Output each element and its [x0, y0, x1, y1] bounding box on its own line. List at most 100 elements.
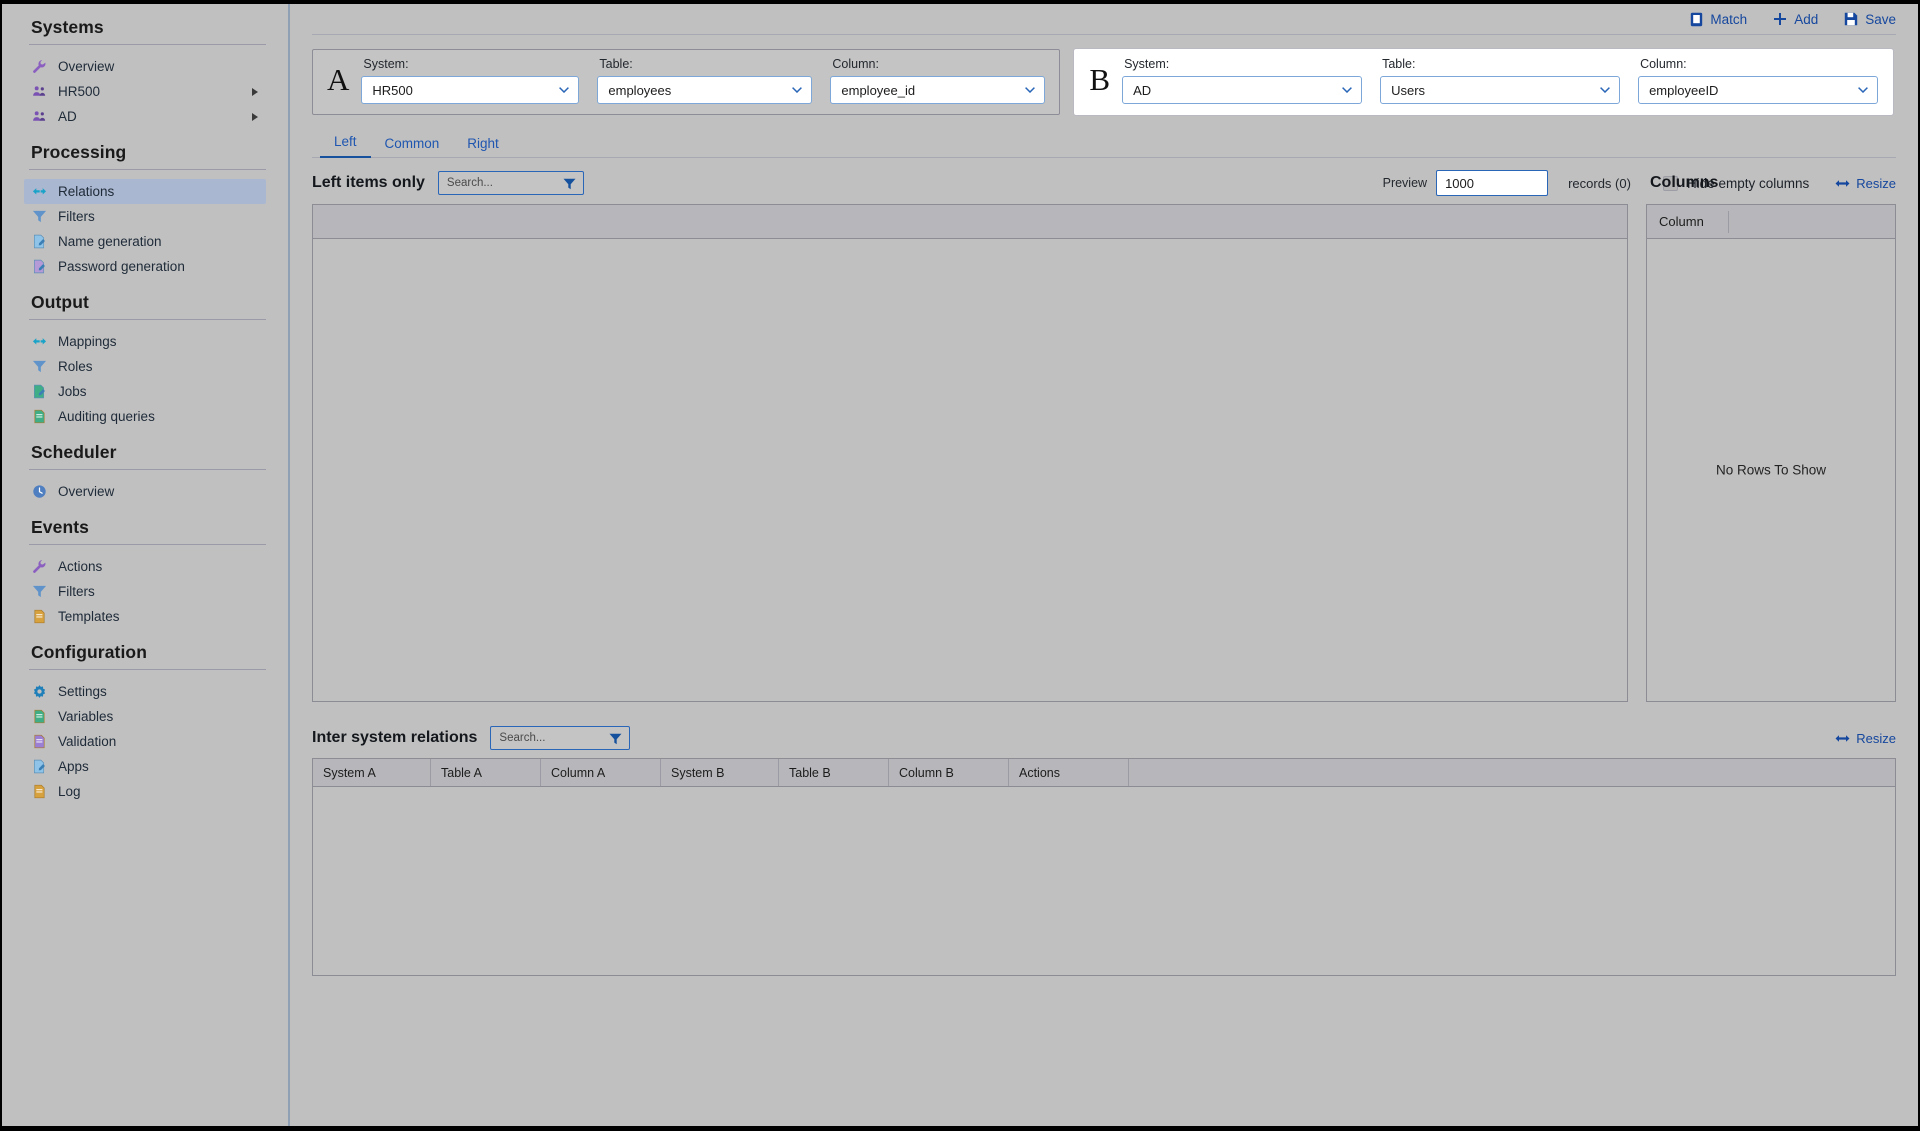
isr-header-column-b[interactable]: Column B: [889, 759, 1009, 786]
clock-icon: [32, 484, 47, 499]
panel-a-fields: System: HR500 Table: employees: [361, 57, 1045, 104]
funnel-icon: [32, 209, 47, 224]
sidebar-item-validation[interactable]: Validation: [24, 729, 266, 754]
sidebar-item-ad[interactable]: AD: [24, 104, 266, 129]
sidebar-item-overview[interactable]: Overview: [24, 54, 266, 79]
chevron-right-icon[interactable]: [252, 88, 258, 96]
save-button[interactable]: Save: [1844, 12, 1896, 27]
sidebar-item-password-generation[interactable]: Password generation: [24, 254, 266, 279]
doc-icon: [32, 609, 47, 624]
isr-header-table-a[interactable]: Table A: [431, 759, 541, 786]
sidebar-item-overview[interactable]: Overview: [24, 479, 266, 504]
inter-system-relations-search-input[interactable]: Search...: [490, 726, 630, 750]
sidebar-group-title: Systems: [24, 4, 266, 42]
sidebar-group-processing: ProcessingRelationsFiltersName generatio…: [2, 129, 288, 279]
left-items-resize-link[interactable]: Resize: [1835, 176, 1896, 191]
resize-arrows-icon: [1835, 734, 1850, 743]
panel-b-column-select[interactable]: employeeID: [1638, 76, 1878, 104]
sidebar-item-jobs[interactable]: Jobs: [24, 379, 266, 404]
sidebar-item-label: Mappings: [58, 334, 117, 349]
sidebar-item-filters[interactable]: Filters: [24, 579, 266, 604]
doc-icon: [32, 409, 47, 424]
sidebar-item-roles[interactable]: Roles: [24, 354, 266, 379]
columns-grid-body: No Rows To Show: [1647, 239, 1895, 700]
left-items-grid[interactable]: [312, 204, 1628, 702]
sidebar-item-filters[interactable]: Filters: [24, 204, 266, 229]
left-items-resize-label: Resize: [1856, 176, 1896, 191]
left-items-search-input[interactable]: Search...: [438, 171, 584, 195]
panel-b-table-value: Users: [1391, 83, 1425, 98]
preview-controls: Preview 1000 records (0) Hide empty colu…: [1383, 170, 1896, 196]
wrench-icon: [32, 559, 47, 574]
isr-header-table-b[interactable]: Table B: [779, 759, 889, 786]
main-content: MatchAddSave A System: HR500 Table:: [290, 4, 1918, 1126]
panel-a-column-field: Column: employee_id: [830, 57, 1045, 104]
resize-arrows-icon: [1835, 179, 1850, 188]
sidebar-item-label: AD: [58, 109, 77, 124]
panel-a-column-select[interactable]: employee_id: [830, 76, 1045, 104]
panel-a-system-label: System:: [361, 57, 579, 71]
panel-b-table-field: Table: Users: [1380, 57, 1620, 104]
panel-a-column-value: employee_id: [841, 83, 915, 98]
chevron-down-icon: [792, 87, 802, 93]
tab-left[interactable]: Left: [320, 130, 371, 158]
sidebar-item-label: Filters: [58, 209, 95, 224]
chevron-right-icon[interactable]: [252, 113, 258, 121]
sidebar-item-apps[interactable]: Apps: [24, 754, 266, 779]
sidebar-item-actions[interactable]: Actions: [24, 554, 266, 579]
isr-header-column-a[interactable]: Column A: [541, 759, 661, 786]
isr-resize-label: Resize: [1856, 731, 1896, 746]
panel-b-table-select[interactable]: Users: [1380, 76, 1620, 104]
isr-search-placeholder: Search...: [499, 732, 545, 744]
left-items-grid-body: [313, 239, 1627, 700]
sidebar-item-variables[interactable]: Variables: [24, 704, 266, 729]
panel-b-system-value: AD: [1133, 83, 1151, 98]
sidebar-item-name-generation[interactable]: Name generation: [24, 229, 266, 254]
sidebar-item-settings[interactable]: Settings: [24, 679, 266, 704]
sidebar-item-label: Settings: [58, 684, 107, 699]
sidebar-item-label: Variables: [58, 709, 113, 724]
sidebar-item-hr500[interactable]: HR500: [24, 79, 266, 104]
isr-header-actions[interactable]: Actions: [1009, 759, 1129, 786]
columns-grid-header-cell[interactable]: Column: [1647, 211, 1729, 233]
isr-resize-link[interactable]: Resize: [1835, 731, 1896, 746]
add-button[interactable]: Add: [1773, 12, 1818, 27]
panel-b-system-select[interactable]: AD: [1122, 76, 1362, 104]
sidebar-group-divider: [29, 544, 266, 545]
sidebar-group-divider: [29, 44, 266, 45]
isr-header-system-a[interactable]: System A: [313, 759, 431, 786]
doc-edit-icon: [32, 234, 47, 249]
sidebar-group-title: Output: [24, 279, 266, 317]
columns-grid-empty-text: No Rows To Show: [1647, 462, 1895, 477]
match-button[interactable]: Match: [1690, 12, 1747, 27]
inter-system-relations-grid[interactable]: System ATable AColumn ASystem BTable BCo…: [312, 758, 1896, 976]
sidebar-item-auditing-queries[interactable]: Auditing queries: [24, 404, 266, 429]
tab-common[interactable]: Common: [371, 132, 454, 158]
sidebar-item-label: Relations: [58, 184, 114, 199]
panel-a-system-field: System: HR500: [361, 57, 579, 104]
panel-a-system-select[interactable]: HR500: [361, 76, 579, 104]
selector-panel-b[interactable]: B System: AD Table: Users: [1074, 49, 1893, 115]
grid-row: Columns Column No Rows To Show: [312, 204, 1896, 702]
sidebar-group-divider: [29, 319, 266, 320]
preview-input[interactable]: 1000: [1436, 170, 1548, 196]
left-items-search-placeholder: Search...: [447, 177, 493, 189]
selector-panel-a[interactable]: A System: HR500 Table: employees: [312, 49, 1060, 115]
sidebar-item-label: Overview: [58, 59, 114, 74]
sidebar-item-templates[interactable]: Templates: [24, 604, 266, 629]
isr-header-system-b[interactable]: System B: [661, 759, 779, 786]
sidebar-item-label: Auditing queries: [58, 409, 155, 424]
panel-b-column-label: Column:: [1638, 57, 1878, 71]
panel-a-table-select[interactable]: employees: [597, 76, 812, 104]
doc-edit-icon: [32, 384, 47, 399]
inter-system-relations-grid-header: System ATable AColumn ASystem BTable BCo…: [313, 759, 1895, 787]
sidebar-item-relations[interactable]: Relations: [24, 179, 266, 204]
sidebar-item-mappings[interactable]: Mappings: [24, 329, 266, 354]
selector-row: A System: HR500 Table: employees: [290, 35, 1918, 115]
wrench-icon: [32, 59, 47, 74]
sidebar-item-log[interactable]: Log: [24, 779, 266, 804]
columns-grid[interactable]: Column No Rows To Show: [1646, 204, 1896, 702]
sidebar-group-configuration: ConfigurationSettingsVariablesValidation…: [2, 629, 288, 804]
preview-label: Preview: [1383, 176, 1427, 190]
tab-right[interactable]: Right: [453, 132, 513, 158]
